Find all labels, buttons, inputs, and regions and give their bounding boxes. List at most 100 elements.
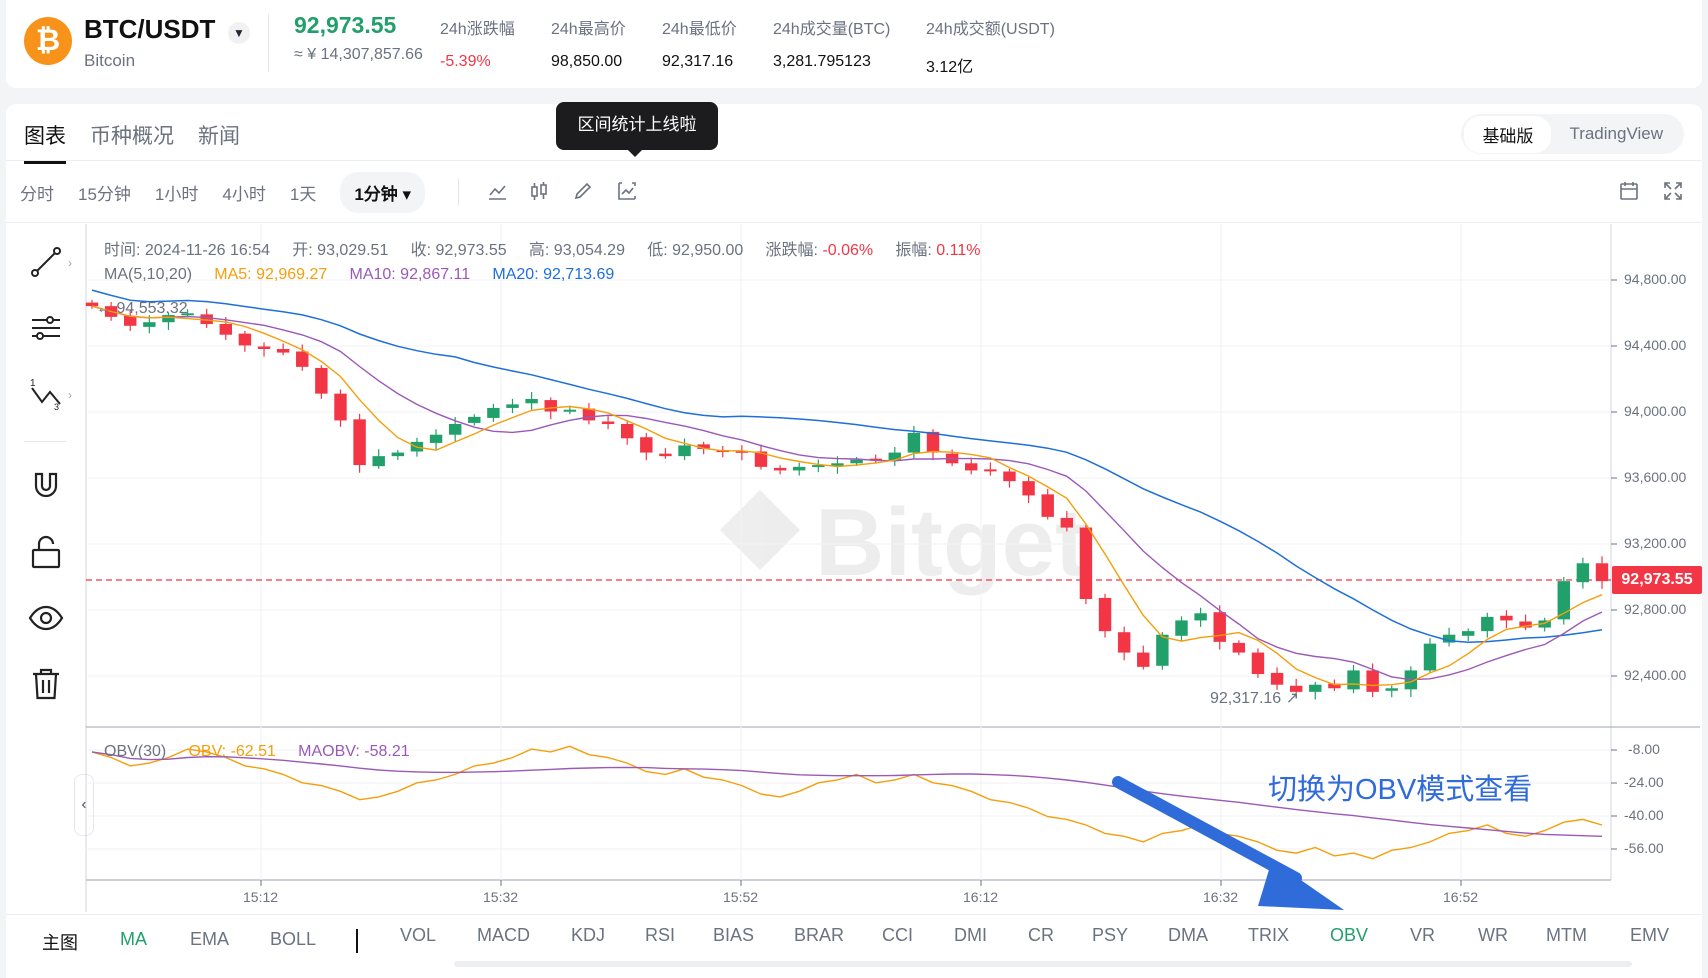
price-axis-label: 92,400.00 <box>1624 667 1687 683</box>
indicator-vol[interactable]: VOL <box>400 925 436 946</box>
candle-body <box>1423 643 1437 671</box>
indicator-mtm[interactable]: MTM <box>1546 925 1587 946</box>
indicator-boll[interactable]: BOLL <box>270 929 316 950</box>
obv-legend: OBV(30) OBV: -62.51 MAOBV: -58.21 <box>104 743 410 760</box>
candle-body <box>984 469 997 472</box>
indicator-kdj[interactable]: KDJ <box>571 925 605 946</box>
candle-body <box>1194 613 1207 621</box>
price-axis-label: 94,400.00 <box>1624 337 1687 353</box>
candle-body <box>1079 527 1093 599</box>
candle-body <box>276 349 290 353</box>
candle-body <box>296 351 309 367</box>
main-chart-label: 主图 <box>42 933 78 953</box>
candle-body <box>391 452 405 457</box>
candle-body <box>620 424 634 439</box>
candle-body <box>334 393 347 421</box>
indicator-dmi[interactable]: DMI <box>954 925 987 946</box>
candle-body <box>1060 517 1074 528</box>
candle-body <box>1022 481 1035 496</box>
indicator-wr[interactable]: WR <box>1478 925 1508 946</box>
candle-body <box>238 333 252 346</box>
candle-body <box>1041 494 1054 517</box>
low-marker: 92,317.16 ↗ <box>1210 690 1300 707</box>
indicator-macd[interactable]: MACD <box>477 925 530 946</box>
annotation-text: 切换为OBV模式查看 <box>1268 774 1533 806</box>
candle-body <box>1595 563 1609 582</box>
price-axis-label: 92,800.00 <box>1624 601 1687 617</box>
candle-body <box>315 367 328 394</box>
indicator-ma[interactable]: MA <box>120 929 147 950</box>
obv-axis-label: -8.00 <box>1628 741 1660 757</box>
candle-body <box>1500 615 1513 621</box>
obv-axis-label: -24.00 <box>1624 774 1664 790</box>
candle-body <box>448 424 462 435</box>
indicator-trix[interactable]: TRIX <box>1248 925 1289 946</box>
candle-body <box>1309 684 1322 692</box>
candle-body <box>1232 642 1246 653</box>
indicator-dma[interactable]: DMA <box>1168 925 1208 946</box>
price-chart[interactable]: Bitget <box>0 0 1708 978</box>
time-axis-label: 15:12 <box>243 889 279 905</box>
time-axis-label: 16:32 <box>1203 889 1239 905</box>
indicator-rsi[interactable]: RSI <box>645 925 675 946</box>
candle-body <box>926 431 940 453</box>
candle-body <box>525 399 538 404</box>
candle-body <box>1270 672 1284 685</box>
candle-body <box>372 456 385 467</box>
candle-body <box>1137 652 1150 667</box>
high-marker: ← 94,553.32 <box>96 300 188 317</box>
price-axis-label: 94,800.00 <box>1624 271 1687 287</box>
candle-body <box>1347 670 1360 690</box>
price-axis-label: 93,200.00 <box>1624 535 1687 551</box>
candle-body <box>1366 670 1379 692</box>
candle-body <box>793 466 806 471</box>
time-axis-label: 15:52 <box>723 889 759 905</box>
indicator-ema[interactable]: EMA <box>190 929 229 950</box>
current-price-tag: 92,973.55 <box>1612 566 1702 594</box>
candle-body <box>219 324 233 335</box>
candle-body <box>1213 612 1226 642</box>
candle-body <box>1098 597 1112 632</box>
indicator-brar[interactable]: BRAR <box>794 925 844 946</box>
ohlc-legend: 时间: 2024-11-26 16:54 开: 93,029.51 收: 92,… <box>104 242 981 259</box>
candle-body <box>965 463 978 471</box>
candle-body <box>1576 563 1590 583</box>
indicator-vr[interactable]: VR <box>1410 925 1435 946</box>
candle-body <box>353 419 366 466</box>
price-axis-label: 94,000.00 <box>1624 403 1687 419</box>
indicator-bias[interactable]: BIAS <box>713 925 754 946</box>
indicator-bar: 主图 MA EMA BOLL VOL MACD KDJ RSI BIAS BRA… <box>6 914 1702 978</box>
candle-body <box>1385 688 1398 691</box>
candle-body <box>1461 631 1475 636</box>
candle-body <box>257 346 271 349</box>
indicator-psy[interactable]: PSY <box>1092 925 1128 946</box>
candle-body <box>1251 652 1265 674</box>
time-axis-label: 16:52 <box>1443 889 1479 905</box>
ma-legend: MA(5,10,20) MA5: 92,969.27 MA10: 92,867.… <box>104 266 615 283</box>
indicator-cr[interactable]: CR <box>1028 925 1054 946</box>
time-axis-label: 15:32 <box>483 889 519 905</box>
obv-axis-label: -56.00 <box>1624 840 1664 856</box>
candle-body <box>468 416 481 423</box>
candle-body <box>850 459 863 464</box>
indicator-scrollbar[interactable] <box>454 961 1632 967</box>
indicator-obv[interactable]: OBV <box>1330 925 1368 946</box>
candle-body <box>601 421 615 424</box>
indicator-emv[interactable]: EMV <box>1630 925 1669 946</box>
price-axis-label: 93,600.00 <box>1624 469 1687 485</box>
divider <box>356 929 358 953</box>
time-axis-label: 16:12 <box>963 889 999 905</box>
candle-body <box>1175 620 1188 636</box>
candle-body <box>678 445 691 457</box>
candle-body <box>487 407 500 418</box>
candle-body <box>506 404 519 408</box>
candle-body <box>640 437 653 453</box>
candle-body <box>563 409 577 412</box>
candle-body <box>1156 634 1169 666</box>
candle-body <box>659 453 672 457</box>
indicator-cci[interactable]: CCI <box>882 925 913 946</box>
candle-body <box>1117 632 1131 653</box>
candle-body <box>544 400 557 412</box>
obv-axis-label: -40.00 <box>1624 807 1664 823</box>
candle-body <box>1481 616 1494 632</box>
